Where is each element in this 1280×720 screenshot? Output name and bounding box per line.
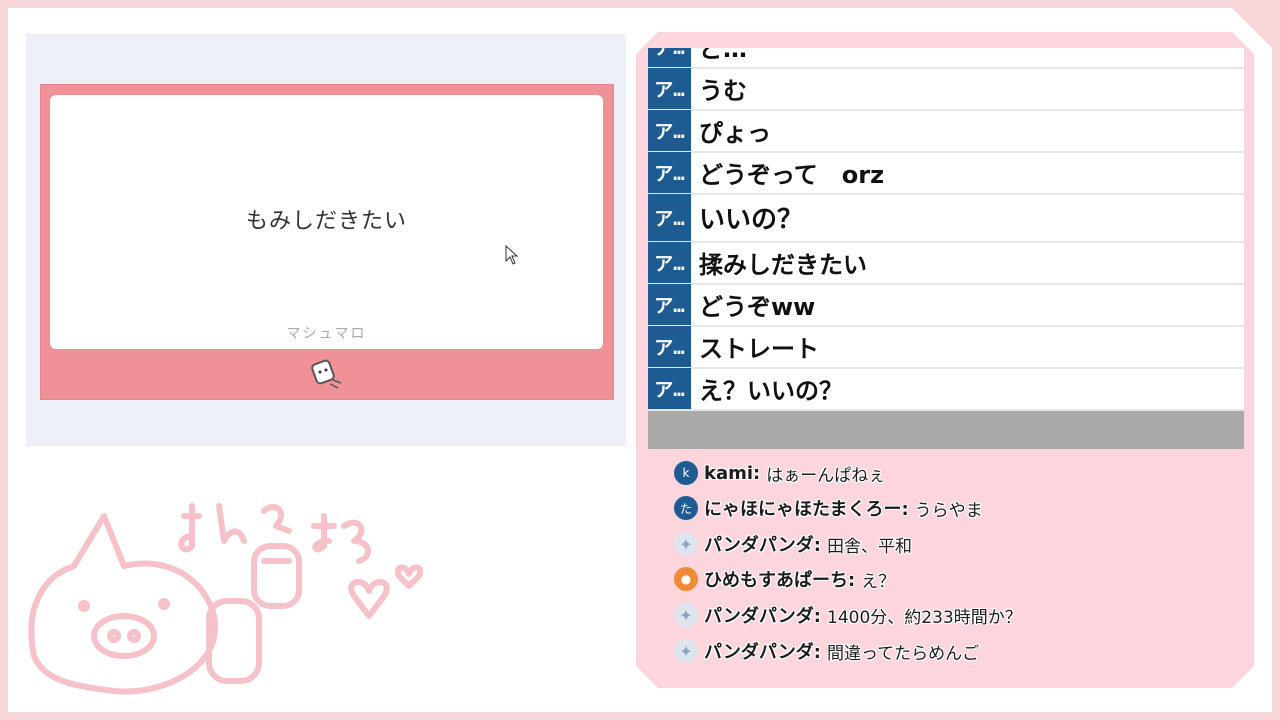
chat-message: k kami: はぁーんぱねぇ [674,458,885,488]
chat-username: ひめもすあぱーち: [704,570,856,591]
comment-row: ア… ぴょっ [648,110,1244,153]
chat-username: パンダパンダ: [704,642,821,663]
comment-text: ど… [699,48,747,63]
chat-message: ✦ パンダパンダ: 田舎、平和 [674,529,912,559]
comment-user-badge: ア… [648,368,691,409]
comment-text: どうぞww [699,293,816,321]
pig-doodle-icon [28,503,424,695]
comment-user-badge: ア… [648,152,691,193]
comment-row: ア… え？いいの？ [648,368,1244,411]
comment-user-badge: ア… [648,110,691,151]
chat-text: 田舎、平和 [827,536,912,557]
comment-user-badge: ア… [648,242,691,283]
chat-message: ✦ パンダパンダ: 1400分、約233時間か？ [674,600,1022,630]
comment-text: 揉みしだきたい [699,251,867,279]
comment-list-footer [648,411,1244,449]
chat-username: パンダパンダ: [704,606,821,627]
user-avatar: k [674,461,698,485]
mouse-cursor-icon [505,245,519,265]
comment-text: ストレート [699,335,819,363]
comment-user-badge: ア… [648,48,691,67]
chat-text: うらやま [914,500,983,521]
crystal-avatar-icon: ✦ [674,532,698,556]
question-text: もみしだきたい [245,209,407,234]
comment-user-badge: ア… [648,284,691,325]
chat-message: ✦ パンダパンダ: 間違ってたらめんご [674,636,979,666]
chat-text: 間違ってたらめんご [827,643,980,664]
crystal-avatar-icon: ✦ [674,639,698,663]
comment-text: うむ [699,77,747,105]
comment-text: どうぞって orz [699,161,885,189]
chat-text: 1400分、約233時間か？ [827,607,1022,628]
comment-row: ア… ストレート [648,326,1244,369]
comment-list[interactable]: ア… ど… ア… うむ ア… ぴょっ ア… どうぞって orz ア… いいの？ … [648,48,1244,411]
comment-row: ア… ど… [648,48,1244,69]
marshmallow-card-body: もみしだきたい マシュマロ [50,95,603,349]
comment-row: ア… どうぞww [648,284,1244,327]
comment-user-badge: ア… [648,326,691,367]
comment-row: ア… うむ [648,68,1244,111]
chat-username: kami: [704,462,761,484]
comment-row: ア… どうぞって orz [648,152,1244,195]
chat-username: にゃほにゃほたまくろー: [704,499,909,520]
comment-user-badge: ア… [648,68,691,109]
comment-row: ア… いいの？ [648,194,1244,243]
user-avatar: た [674,496,698,520]
comment-text: え？いいの？ [699,377,843,405]
user-avatar: ● [674,567,698,591]
crystal-avatar-icon: ✦ [674,603,698,627]
chat-message: た にゃほにゃほたまくろー: うらやま [674,493,983,523]
marshmallow-logo-icon [311,359,342,389]
chat-username: パンダパンダ: [704,535,821,556]
comment-user-badge: ア… [648,194,691,241]
marshmallow-brand: マシュマロ [286,326,367,342]
chat-message: ● ひめもすあぱーち: え？ [674,564,895,594]
comment-text: いいの？ [699,205,804,235]
chat-text: はぁーんぱねぇ [766,465,886,486]
comment-row: ア… 揉みしだきたい [648,242,1244,285]
comment-text: ぴょっ [699,119,771,147]
chat-text: え？ [861,571,896,592]
